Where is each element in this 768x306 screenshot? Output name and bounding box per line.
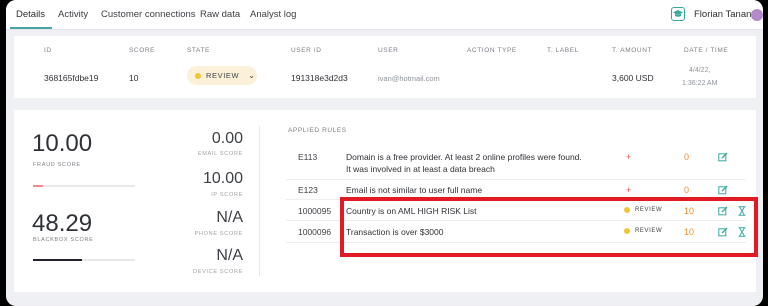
transaction-amount: 3,600 USD (612, 73, 654, 83)
user-name[interactable]: Florian Tanant (694, 9, 754, 20)
fraud-score-bar (33, 185, 135, 187)
email-score-label: EMAIL SCORE (197, 151, 243, 157)
column-header-t-label: T. LABEL (547, 47, 579, 54)
rule-score: 0 (684, 185, 690, 195)
phone-score-label: PHONE SCORE (194, 231, 243, 237)
transaction-score: 10 (129, 73, 139, 83)
column-header-user: USER (378, 47, 399, 54)
transaction-time: 1:36:22 AM (682, 80, 718, 87)
transaction-summary-table: ID SCORE STATE USER ID USER ACTION TYPE … (14, 36, 756, 98)
tab-analyst-log[interactable]: Analyst log (250, 9, 296, 20)
highlight-box (340, 197, 758, 257)
device-score-value: N/A (216, 247, 243, 264)
app-window: Details Activity Customer connections Ra… (6, 0, 763, 306)
blackbox-score-label: BLACKBOX SCORE (33, 237, 94, 243)
applied-rules-title: APPLIED RULES (288, 127, 347, 134)
tab-details[interactable]: Details (16, 9, 45, 20)
rule-description: Email is not similar to user full name (346, 185, 483, 195)
email-score-value: 0.00 (211, 130, 243, 147)
column-header-state: STATE (187, 47, 210, 54)
column-header-id: ID (44, 47, 52, 54)
fraud-score-label: FRAUD SCORE (33, 162, 81, 168)
rule-state: + (626, 152, 632, 162)
blackbox-score-bar (33, 259, 135, 261)
column-header-user-id: USER ID (291, 47, 322, 54)
rule-state: + (626, 185, 632, 195)
rule-description: Domain is a free provider. At least 2 on… (346, 152, 582, 174)
column-header-t-amount: T. AMOUNT (612, 47, 653, 54)
rule-score: 0 (684, 152, 690, 162)
edit-icon[interactable] (718, 185, 728, 195)
transaction-datetime: 4/4/22, 1:36:22 AM (682, 64, 717, 90)
graduation-cap-icon[interactable] (671, 7, 685, 21)
tab-customer-connections[interactable]: Customer connections (101, 9, 196, 20)
rule-id: E113 (298, 152, 318, 162)
tab-activity[interactable]: Activity (58, 9, 88, 20)
column-header-score: SCORE (129, 47, 156, 54)
state-dropdown[interactable]: REVIEW ⌄ (187, 66, 257, 85)
ip-score-label: IP SCORE (211, 192, 243, 198)
state-label: REVIEW (206, 71, 240, 80)
blackbox-score-value: 48.29 (32, 210, 93, 237)
transaction-date: 4/4/22, (689, 67, 711, 74)
phone-score-value: N/A (216, 209, 243, 226)
chevron-down-icon: ⌄ (248, 71, 255, 80)
edit-icon[interactable] (718, 152, 728, 162)
rule-id: E123 (298, 185, 318, 195)
user-id[interactable]: 191318e3d2d3 (291, 73, 348, 83)
top-nav: Details Activity Customer connections Ra… (6, 0, 763, 30)
review-dot-icon (195, 72, 201, 79)
tab-raw-data[interactable]: Raw data (200, 9, 240, 20)
transaction-id[interactable]: 368165fdbe19 (44, 73, 98, 83)
rule-row: E113 Domain is a free provider. At least… (286, 146, 746, 180)
rule-id: 1000096 (298, 227, 332, 237)
column-header-date-time: DATE / TIME (684, 47, 729, 54)
fraud-score-bar-fill (33, 185, 44, 187)
blackbox-score-bar-fill (33, 259, 82, 261)
panel-divider (259, 126, 260, 276)
ip-score-value: 10.00 (202, 170, 243, 187)
fraud-score-value: 10.00 (32, 130, 93, 157)
device-score-label: DEVICE SCORE (193, 269, 243, 275)
user-email[interactable]: ivan@hotmail.com (378, 74, 440, 83)
avatar[interactable] (751, 9, 763, 21)
rule-id: 1000095 (298, 206, 332, 216)
active-tab-indicator (10, 27, 52, 29)
column-header-action-type: ACTION TYPE (467, 47, 517, 54)
